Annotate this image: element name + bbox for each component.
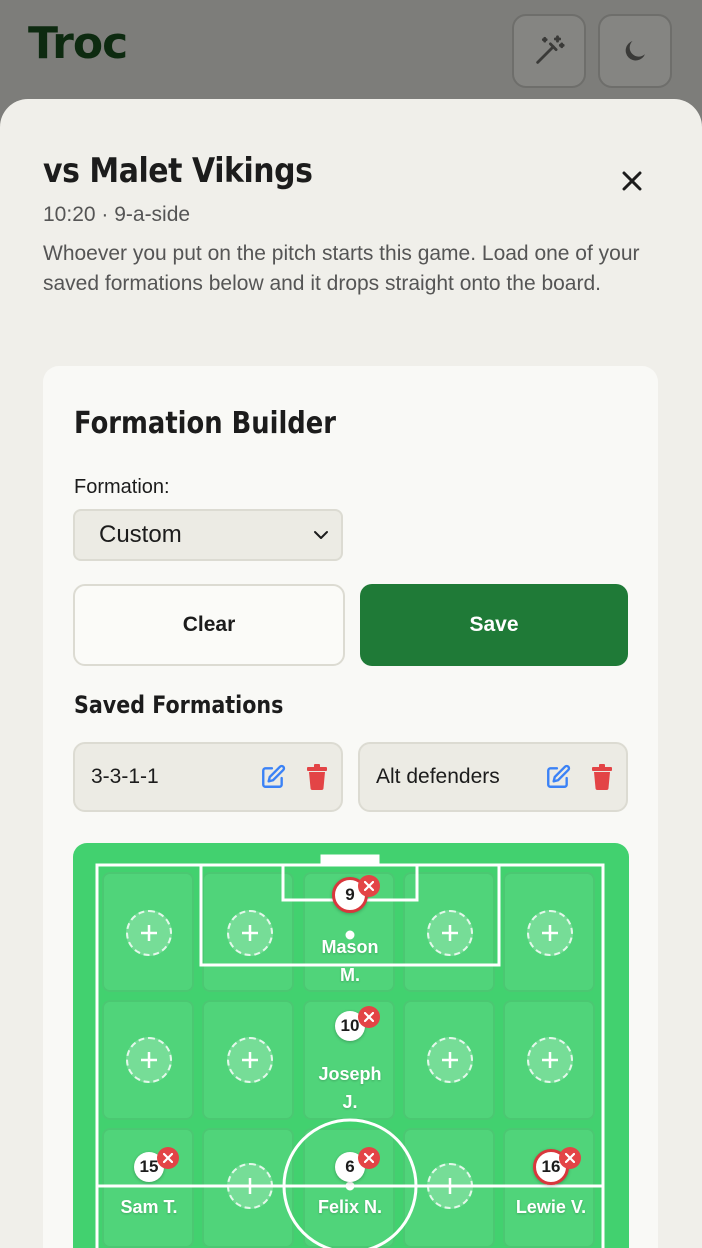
formation-builder-title: Formation Builder [74,406,336,441]
remove-player-button[interactable] [358,875,380,897]
close-icon [163,1153,173,1163]
close-icon [364,881,374,891]
saved-formation-name: 3-3-1-1 [91,765,159,788]
game-lineup-modal: vs Malet Vikings 10:20 · 9-a-side Whoeve… [0,99,702,1248]
add-player-slot[interactable] [227,1163,273,1209]
formation-builder-card: Formation Builder Formation: Custom Clea… [43,366,658,1248]
plus-icon [141,1052,157,1068]
trash-icon[interactable] [305,764,329,790]
add-player-slot[interactable] [527,910,573,956]
saved-formations-title: Saved Formations [74,691,284,719]
close-icon [364,1153,374,1163]
remove-player-button[interactable] [358,1147,380,1169]
dark-mode-button[interactable] [598,14,672,88]
remove-player-button[interactable] [358,1006,380,1028]
modal-title: vs Malet Vikings [43,151,313,191]
add-player-slot[interactable] [427,1163,473,1209]
plus-icon [442,1178,458,1194]
saved-formation-name: Alt defenders [376,765,500,788]
modal-description: Whoever you put on the pitch starts this… [43,242,640,295]
plus-icon [442,1052,458,1068]
player-name: Felix N. [317,1197,383,1217]
app-header: Troc [0,0,702,100]
remove-player-button[interactable] [157,1147,179,1169]
close-icon [622,171,642,191]
saved-formation-item[interactable]: Alt defenders [358,742,628,812]
save-button[interactable]: Save [360,584,628,666]
add-player-slot[interactable] [427,910,473,956]
player-name: Joseph J. [318,1064,382,1112]
magic-wand-icon [536,35,565,64]
close-icon [364,1012,374,1022]
plus-icon [141,925,157,941]
close-icon [565,1153,575,1163]
add-player-slot[interactable] [227,1037,273,1083]
add-player-slot[interactable] [427,1037,473,1083]
app-logo[interactable]: Troc [28,18,128,69]
saved-formation-item[interactable]: 3-3-1-1 [73,742,343,812]
plus-icon [542,925,558,941]
plus-icon [542,1052,558,1068]
add-player-slot[interactable] [227,910,273,956]
edit-icon[interactable] [545,764,571,790]
formation-select-value: Custom [99,521,182,548]
player-name: Lewie V. [515,1197,587,1217]
formation-select[interactable]: Custom [73,509,343,561]
plus-icon [242,1052,258,1068]
add-player-slot[interactable] [126,910,172,956]
close-button[interactable] [614,163,650,199]
clear-button[interactable]: Clear [73,584,345,666]
add-player-slot[interactable] [527,1037,573,1083]
magic-wand-button[interactable] [512,14,586,88]
edit-icon[interactable] [260,764,286,790]
add-player-slot[interactable] [126,1037,172,1083]
plus-icon [242,1178,258,1194]
player-name: Sam T. [120,1197,178,1217]
player-name: Mason M. [321,937,379,985]
plus-icon [442,925,458,941]
chevron-down-icon [314,531,328,539]
match-details: 10:20 · 9-a-side [43,203,191,226]
formation-label: Formation: [74,476,170,498]
trash-icon[interactable] [590,764,614,790]
formation-pitch: 9 Mason M. 10 Joseph J. 15 Sam T. 6 Feli… [73,843,629,1248]
moon-icon [625,41,645,61]
plus-icon [242,925,258,941]
remove-player-button[interactable] [559,1147,581,1169]
